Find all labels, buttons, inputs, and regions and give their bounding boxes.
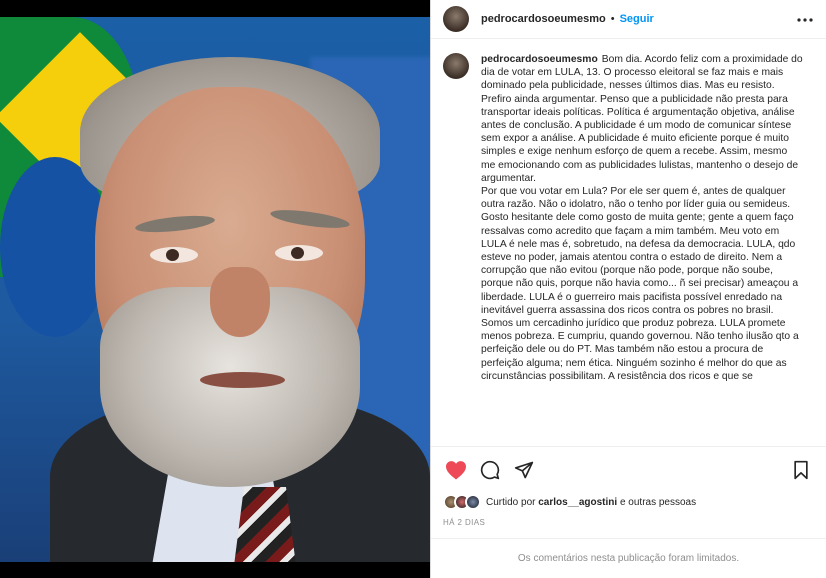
post-media[interactable]	[0, 0, 430, 578]
post-photo	[0, 17, 430, 562]
caption-author-avatar[interactable]	[443, 53, 469, 79]
more-horizontal-icon[interactable]	[796, 10, 814, 28]
likes-suffix[interactable]: e outras pessoas	[620, 497, 696, 508]
header-separator: •	[610, 13, 615, 25]
post-header: pedrocardosoeumesmo • Seguir	[431, 0, 826, 39]
likes-user-link[interactable]: carlos__agostini	[538, 497, 617, 508]
post-timestamp[interactable]: HÁ 2 DIAS	[431, 512, 826, 538]
caption-text-paragraph-2: Por que vou votar em Lula? Por ele ser q…	[481, 186, 802, 382]
post-side-panel: pedrocardosoeumesmo • Seguir pedrocardos…	[430, 0, 826, 578]
comments-area[interactable]: pedrocardosoeumesmo Bom dia. Acordo feliz…	[431, 39, 826, 446]
author-username[interactable]: pedrocardosoeumesmo	[481, 13, 606, 25]
action-bar	[431, 446, 826, 492]
comments-limited-notice: Os comentários nesta publicação foram li…	[431, 538, 826, 578]
liker-avatar	[465, 494, 481, 510]
heart-filled-icon[interactable]	[443, 457, 469, 483]
likes-row: Curtido por carlos__agostini e outras pe…	[431, 492, 826, 512]
caption-text-paragraph-1: Bom dia. Acordo feliz com a proximidade …	[481, 54, 806, 184]
caption-username[interactable]: pedrocardosoeumesmo	[481, 54, 598, 65]
likes-prefix: Curtido por	[486, 496, 536, 508]
follow-button[interactable]: Seguir	[620, 13, 654, 25]
bookmark-icon[interactable]	[788, 457, 814, 483]
comment-icon[interactable]	[477, 457, 503, 483]
author-avatar[interactable]	[443, 6, 469, 32]
share-icon[interactable]	[511, 457, 537, 483]
post-dialog: pedrocardosoeumesmo • Seguir pedrocardos…	[0, 0, 826, 578]
caption: pedrocardosoeumesmo Bom dia. Acordo feliz…	[443, 53, 814, 383]
